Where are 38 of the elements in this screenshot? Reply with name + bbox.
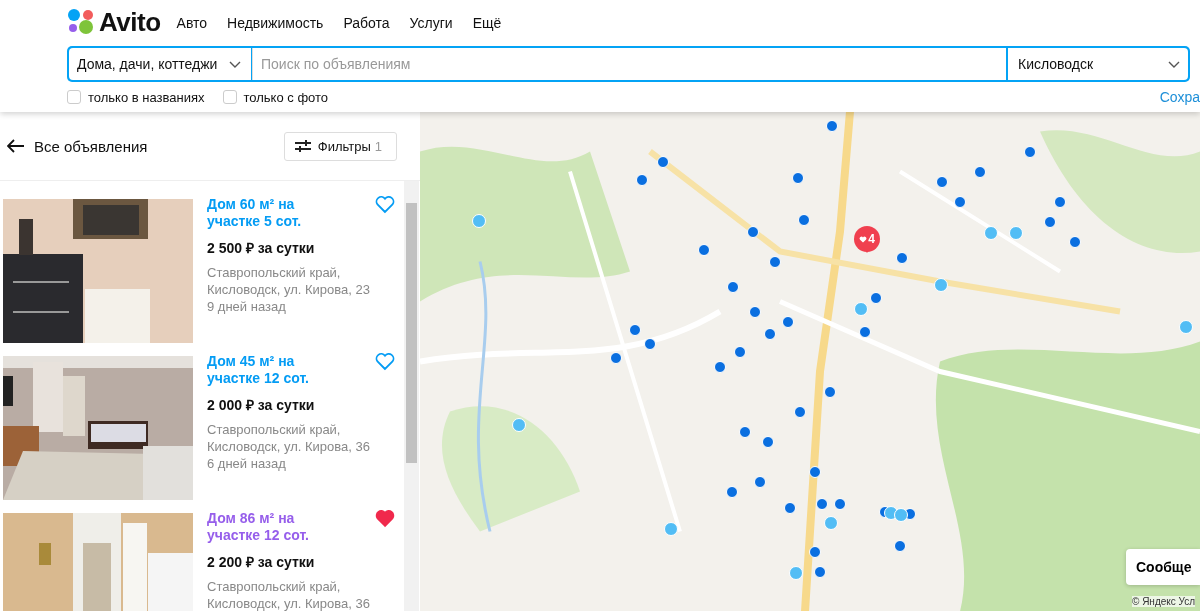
listing-price: 2 000 ₽ за сутки — [207, 396, 316, 414]
save-search-link[interactable]: Сохра — [1159, 89, 1200, 105]
chevron-icon — [229, 60, 241, 68]
search-field[interactable]: Поиск по объявлениям — [252, 48, 1006, 80]
logo-icon — [67, 8, 95, 36]
checkbox-label[interactable]: только в названиях — [88, 89, 205, 105]
logo-text[interactable]: Avito — [99, 6, 161, 38]
category-select[interactable]: Дома, дачи, коттеджи — [69, 48, 251, 80]
scrollbar[interactable] — [404, 181, 419, 611]
city-select[interactable]: Кисловодск — [1008, 48, 1188, 80]
heart-icon[interactable] — [375, 509, 395, 528]
listing-date: 9 дней назад — [207, 298, 287, 315]
listing-address: Ставропольский край, Кисловодск, ул. Кирова, 36 — [207, 578, 371, 611]
scrollbar-thumb[interactable] — [406, 203, 417, 463]
arrow-left-icon — [7, 139, 25, 153]
heart-icon[interactable] — [375, 195, 395, 214]
nav-link[interactable]: Услуги — [409, 15, 453, 31]
messages-button[interactable]: Сообще — [1126, 549, 1200, 585]
nav-link[interactable]: Авто — [176, 15, 208, 31]
heart-icon[interactable] — [375, 352, 395, 371]
listing-title[interactable]: Дом 86 м² на участке 12 сот. — [207, 510, 332, 544]
heart-icon — [859, 235, 868, 243]
filters-button[interactable]: Фильтры 1 — [283, 131, 397, 161]
sliders-icon — [294, 140, 311, 152]
back-link[interactable]: Все объявления — [7, 137, 148, 155]
listing-address: Ставропольский край, Кисловодск, ул. Кирова, 36 — [207, 421, 371, 455]
nav-link[interactable]: Работа — [343, 15, 390, 31]
listing-price: 2 200 ₽ за сутки — [207, 553, 316, 571]
map-copyright: © Яндекс Усл — [1132, 596, 1196, 607]
nav-link[interactable]: Ещё — [472, 15, 502, 31]
listing-date: 6 дней назад — [207, 455, 287, 472]
listing-address: Ставропольский край, Кисловодск, ул. Кирова, 23 — [207, 264, 371, 298]
checkbox[interactable] — [67, 90, 81, 104]
checkbox[interactable] — [222, 90, 237, 104]
checkbox-label[interactable]: только с фото — [243, 89, 329, 105]
nav-link[interactable]: Недвижимость — [227, 15, 324, 31]
chevron-icon — [1168, 60, 1180, 68]
listing-price: 2 500 ₽ за сутки — [207, 239, 316, 257]
